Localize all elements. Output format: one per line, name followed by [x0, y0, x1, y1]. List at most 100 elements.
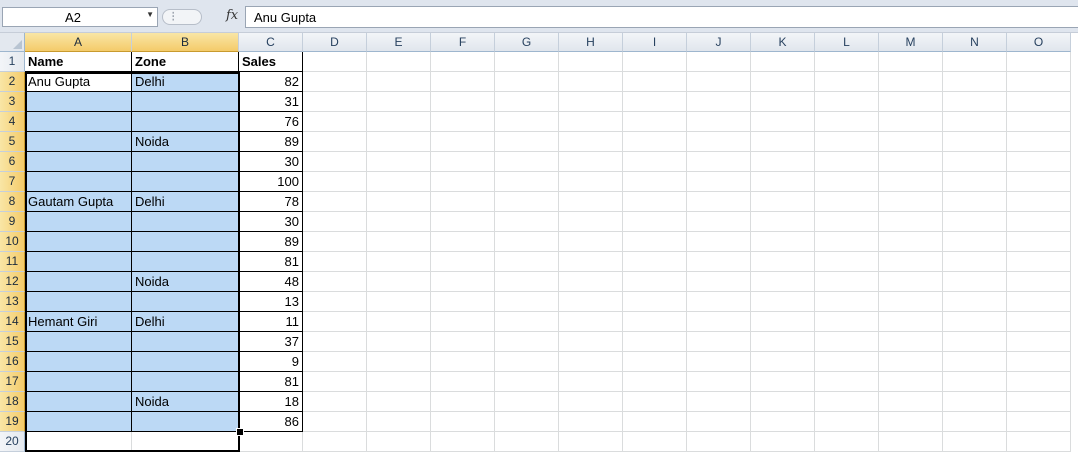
cell-l15[interactable]: [815, 332, 879, 352]
cell-h17[interactable]: [559, 372, 623, 392]
cell-i7[interactable]: [623, 172, 687, 192]
cell-n6[interactable]: [943, 152, 1007, 172]
cell-n17[interactable]: [943, 372, 1007, 392]
cell-f15[interactable]: [431, 332, 495, 352]
row-header-18[interactable]: 18: [0, 392, 25, 412]
cell-i3[interactable]: [623, 92, 687, 112]
cell-j7[interactable]: [687, 172, 751, 192]
cell-b10[interactable]: [132, 232, 239, 252]
cell-c14[interactable]: 11: [239, 312, 303, 332]
cell-k17[interactable]: [751, 372, 815, 392]
cell-e7[interactable]: [367, 172, 431, 192]
cell-d16[interactable]: [303, 352, 367, 372]
cell-g19[interactable]: [495, 412, 559, 432]
cell-k5[interactable]: [751, 132, 815, 152]
cell-f13[interactable]: [431, 292, 495, 312]
cell-n5[interactable]: [943, 132, 1007, 152]
cell-m15[interactable]: [879, 332, 943, 352]
cell-i1[interactable]: [623, 52, 687, 72]
cell-e9[interactable]: [367, 212, 431, 232]
cell-b8[interactable]: Delhi: [132, 192, 239, 212]
cell-j14[interactable]: [687, 312, 751, 332]
cell-l11[interactable]: [815, 252, 879, 272]
cell-n20[interactable]: [943, 432, 1007, 452]
cell-f11[interactable]: [431, 252, 495, 272]
column-header-g[interactable]: G: [495, 33, 559, 52]
cell-k1[interactable]: [751, 52, 815, 72]
cell-i13[interactable]: [623, 292, 687, 312]
cell-e15[interactable]: [367, 332, 431, 352]
cell-n7[interactable]: [943, 172, 1007, 192]
cell-c10[interactable]: 89: [239, 232, 303, 252]
row-header-1[interactable]: 1: [0, 52, 25, 72]
cell-n15[interactable]: [943, 332, 1007, 352]
cell-a16[interactable]: [25, 352, 132, 372]
cell-h6[interactable]: [559, 152, 623, 172]
column-header-e[interactable]: E: [367, 33, 431, 52]
cell-a5[interactable]: [25, 132, 132, 152]
cell-h5[interactable]: [559, 132, 623, 152]
cell-m7[interactable]: [879, 172, 943, 192]
cell-o7[interactable]: [1007, 172, 1071, 192]
row-header-6[interactable]: 6: [0, 152, 25, 172]
cell-d14[interactable]: [303, 312, 367, 332]
cell-f10[interactable]: [431, 232, 495, 252]
cell-j12[interactable]: [687, 272, 751, 292]
cell-i14[interactable]: [623, 312, 687, 332]
cell-f20[interactable]: [431, 432, 495, 452]
cell-i6[interactable]: [623, 152, 687, 172]
cell-d20[interactable]: [303, 432, 367, 452]
cell-m16[interactable]: [879, 352, 943, 372]
cell-i2[interactable]: [623, 72, 687, 92]
row-header-16[interactable]: 16: [0, 352, 25, 372]
cell-j10[interactable]: [687, 232, 751, 252]
row-header-20[interactable]: 20: [0, 432, 25, 452]
cell-d5[interactable]: [303, 132, 367, 152]
cell-g4[interactable]: [495, 112, 559, 132]
cell-n11[interactable]: [943, 252, 1007, 272]
cell-h15[interactable]: [559, 332, 623, 352]
cell-f18[interactable]: [431, 392, 495, 412]
row-header-14[interactable]: 14: [0, 312, 25, 332]
cell-o1[interactable]: [1007, 52, 1071, 72]
cell-k2[interactable]: [751, 72, 815, 92]
cell-e13[interactable]: [367, 292, 431, 312]
cell-m18[interactable]: [879, 392, 943, 412]
cell-c15[interactable]: 37: [239, 332, 303, 352]
cell-o6[interactable]: [1007, 152, 1071, 172]
column-header-n[interactable]: N: [943, 33, 1007, 52]
cell-i20[interactable]: [623, 432, 687, 452]
cell-n2[interactable]: [943, 72, 1007, 92]
cell-b20[interactable]: [132, 432, 239, 452]
cell-c7[interactable]: 100: [239, 172, 303, 192]
cell-n9[interactable]: [943, 212, 1007, 232]
cell-a12[interactable]: [25, 272, 132, 292]
cell-b4[interactable]: [132, 112, 239, 132]
row-header-8[interactable]: 8: [0, 192, 25, 212]
row-header-17[interactable]: 17: [0, 372, 25, 392]
cell-o15[interactable]: [1007, 332, 1071, 352]
cell-i10[interactable]: [623, 232, 687, 252]
cell-a4[interactable]: [25, 112, 132, 132]
cell-m6[interactable]: [879, 152, 943, 172]
cell-b13[interactable]: [132, 292, 239, 312]
cell-o5[interactable]: [1007, 132, 1071, 152]
cell-k19[interactable]: [751, 412, 815, 432]
cell-c12[interactable]: 48: [239, 272, 303, 292]
cell-c16[interactable]: 9: [239, 352, 303, 372]
cell-d11[interactable]: [303, 252, 367, 272]
row-header-3[interactable]: 3: [0, 92, 25, 112]
cell-l19[interactable]: [815, 412, 879, 432]
cell-g14[interactable]: [495, 312, 559, 332]
cell-e8[interactable]: [367, 192, 431, 212]
cell-m13[interactable]: [879, 292, 943, 312]
cell-a11[interactable]: [25, 252, 132, 272]
row-header-9[interactable]: 9: [0, 212, 25, 232]
cell-m12[interactable]: [879, 272, 943, 292]
cell-a2[interactable]: Anu Gupta: [25, 72, 132, 92]
cell-i16[interactable]: [623, 352, 687, 372]
cell-c17[interactable]: 81: [239, 372, 303, 392]
cell-g13[interactable]: [495, 292, 559, 312]
cell-o13[interactable]: [1007, 292, 1071, 312]
cell-b9[interactable]: [132, 212, 239, 232]
